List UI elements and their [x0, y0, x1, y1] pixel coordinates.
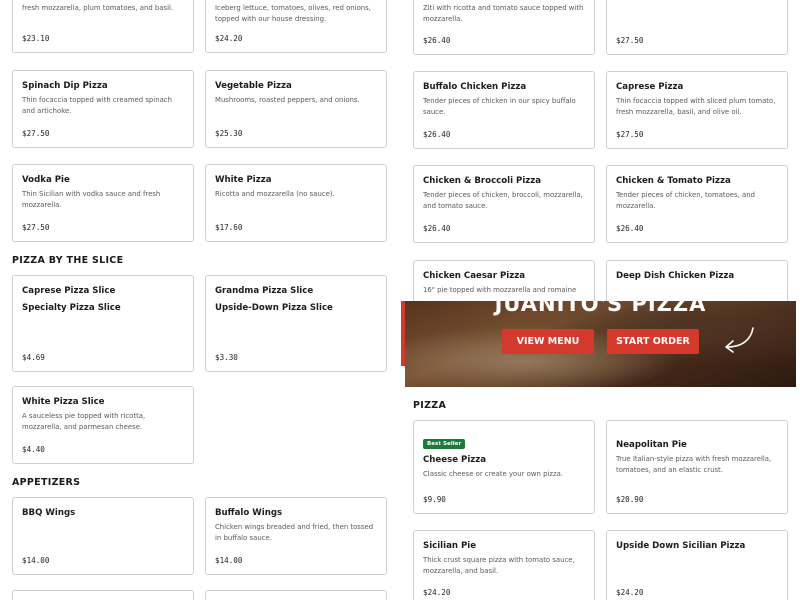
item-name-secondary: Specialty Pizza Slice	[22, 303, 121, 313]
item-price: $23.10	[22, 34, 50, 43]
item-description: Classic cheese or create your own pizza.	[423, 470, 564, 478]
item-description: Tender pieces of chicken, tomatoes, and …	[616, 191, 755, 210]
menu-item-card[interactable]	[12, 590, 194, 600]
item-description: Thin focaccia topped with creamed spinac…	[22, 96, 172, 115]
menu-item-neapolitan-pie[interactable]: Neapolitan Pie True Italian-style pizza …	[606, 420, 788, 514]
hero-banner: JUANITO'S PIZZA VIEW MENU START ORDER	[405, 301, 796, 387]
menu-item-spinach-dip-pizza[interactable]: Spinach Dip Pizza Thin focaccia topped w…	[12, 70, 194, 148]
item-price: $27.50	[22, 223, 50, 232]
menu-item-chicken-tomato-pizza[interactable]: Chicken & Tomato Pizza Tender pieces of …	[606, 165, 788, 243]
item-name: Caprese Pizza	[616, 82, 684, 92]
item-price: $24.20	[423, 588, 451, 597]
item-price: $26.40	[616, 224, 644, 233]
section-title-pizza-by-the-slice: PIZZA BY THE SLICE	[12, 255, 124, 266]
menu-item-card[interactable]: Iceberg lettuce, tomatoes, olives, red o…	[205, 0, 387, 53]
item-price: $24.20	[215, 34, 243, 43]
best-seller-badge: Best Seller	[423, 439, 466, 449]
item-name: Spinach Dip Pizza	[22, 81, 108, 91]
item-price: $25.30	[215, 129, 243, 138]
menu-item-buffalo-chicken-pizza[interactable]: Buffalo Chicken Pizza Tender pieces of c…	[413, 71, 595, 149]
item-description: 16" pie topped with mozzarella and romai…	[423, 286, 577, 294]
item-description: Thin Sicilian with vodka sauce and fresh…	[22, 190, 161, 209]
menu-item-upside-down-sicilian-pizza[interactable]: Upside Down Sicilian Pizza $24.20	[606, 530, 788, 600]
item-description: Mushrooms, roasted peppers, and onions.	[215, 96, 360, 104]
item-price: $9.90	[423, 495, 446, 504]
item-name: Chicken Caesar Pizza	[423, 271, 526, 281]
item-description: Thick crust square pizza with tomato sau…	[423, 556, 575, 575]
item-price: $14.00	[215, 556, 243, 565]
item-name: Vegetable Pizza	[215, 81, 292, 91]
item-price: $14.00	[22, 556, 50, 565]
item-description: Ricotta and mozzarella (no sauce).	[215, 190, 335, 198]
item-description: True Italian-style pizza with fresh mozz…	[616, 455, 772, 474]
item-name-secondary: Upside-Down Pizza Slice	[215, 303, 333, 313]
menu-item-chicken-broccoli-pizza[interactable]: Chicken & Broccoli Pizza Tender pieces o…	[413, 165, 595, 243]
restaurant-title: JUANITO'S PIZZA	[494, 301, 707, 316]
section-title-appetizers: APPETIZERS	[12, 477, 81, 488]
start-order-button[interactable]: START ORDER	[607, 329, 699, 354]
menu-item-card[interactable]	[205, 590, 387, 600]
section-title-pizza: PIZZA	[413, 400, 447, 411]
item-name: Neapolitan Pie	[616, 440, 687, 450]
item-name: BBQ Wings	[22, 508, 76, 518]
item-price: $27.50	[616, 130, 644, 139]
menu-item-sicilian-pie[interactable]: Sicilian Pie Thick crust square pizza wi…	[413, 530, 595, 600]
item-description: Iceberg lettuce, tomatoes, olives, red o…	[215, 4, 371, 23]
item-price: $3.30	[215, 353, 238, 362]
item-description: Ziti with ricotta and tomato sauce toppe…	[423, 4, 584, 23]
item-name: Grandma Pizza Slice	[215, 286, 314, 296]
item-price: $4.40	[22, 445, 45, 454]
item-name: White Pizza	[215, 175, 272, 185]
menu-item-grandma-pizza-slice[interactable]: Grandma Pizza Slice Upside-Down Pizza Sl…	[205, 275, 387, 372]
item-name: Chicken & Broccoli Pizza	[423, 176, 542, 186]
item-price: $24.20	[616, 588, 644, 597]
menu-item-white-pizza-slice[interactable]: White Pizza Slice A sauceless pie topped…	[12, 386, 194, 464]
item-name: Cheese Pizza	[423, 455, 487, 465]
menu-item-vodka-pie[interactable]: Vodka Pie Thin Sicilian with vodka sauce…	[12, 164, 194, 242]
menu-item-white-pizza[interactable]: White Pizza Ricotta and mozzarella (no s…	[205, 164, 387, 242]
menu-item-vegetable-pizza[interactable]: Vegetable Pizza Mushrooms, roasted peppe…	[205, 70, 387, 148]
item-name: Upside Down Sicilian Pizza	[616, 541, 746, 551]
item-name: Caprese Pizza Slice	[22, 286, 116, 296]
curved-arrow-icon	[725, 327, 754, 353]
item-description: Tender pieces of chicken in our spicy bu…	[423, 97, 576, 116]
item-name: Deep Dish Chicken Pizza	[616, 271, 735, 281]
menu-item-caprese-pizza-slice[interactable]: Caprese Pizza Slice Specialty Pizza Slic…	[12, 275, 194, 372]
item-name: Sicilian Pie	[423, 541, 477, 551]
item-description: Thin focaccia topped with sliced plum to…	[616, 97, 776, 116]
item-price: $26.40	[423, 224, 451, 233]
menu-item-bbq-wings[interactable]: BBQ Wings $14.00	[12, 497, 194, 575]
item-price: $4.69	[22, 353, 45, 362]
item-description: A sauceless pie topped with ricotta, moz…	[22, 412, 146, 431]
item-name: Chicken & Tomato Pizza	[616, 176, 731, 186]
menu-item-caprese-pizza[interactable]: Caprese Pizza Thin focaccia topped with …	[606, 71, 788, 149]
item-price: $26.40	[423, 36, 451, 45]
item-price: $27.50	[616, 36, 644, 45]
item-price: $27.50	[22, 129, 50, 138]
item-description: Chicken wings breaded and fried, then to…	[215, 523, 374, 542]
menu-item-card[interactable]: fresh mozzarella, plum tomatoes, and bas…	[12, 0, 194, 53]
item-description: fresh mozzarella, plum tomatoes, and bas…	[22, 4, 174, 12]
item-name: Buffalo Chicken Pizza	[423, 82, 527, 92]
menu-item-card[interactable]: Ziti with ricotta and tomato sauce toppe…	[413, 0, 595, 55]
menu-item-cheese-pizza[interactable]: Best Seller Cheese Pizza Classic cheese …	[413, 420, 595, 514]
item-price: $17.60	[215, 223, 243, 232]
item-price: $20.90	[616, 495, 644, 504]
item-description: Tender pieces of chicken, broccoli, mozz…	[423, 191, 583, 210]
item-name: Buffalo Wings	[215, 508, 283, 518]
menu-item-card[interactable]: $27.50	[606, 0, 788, 55]
item-price: $26.40	[423, 130, 451, 139]
item-name: White Pizza Slice	[22, 397, 105, 407]
view-menu-button[interactable]: VIEW MENU	[502, 329, 594, 354]
menu-item-buffalo-wings[interactable]: Buffalo Wings Chicken wings breaded and …	[205, 497, 387, 575]
item-name: Vodka Pie	[22, 175, 70, 185]
